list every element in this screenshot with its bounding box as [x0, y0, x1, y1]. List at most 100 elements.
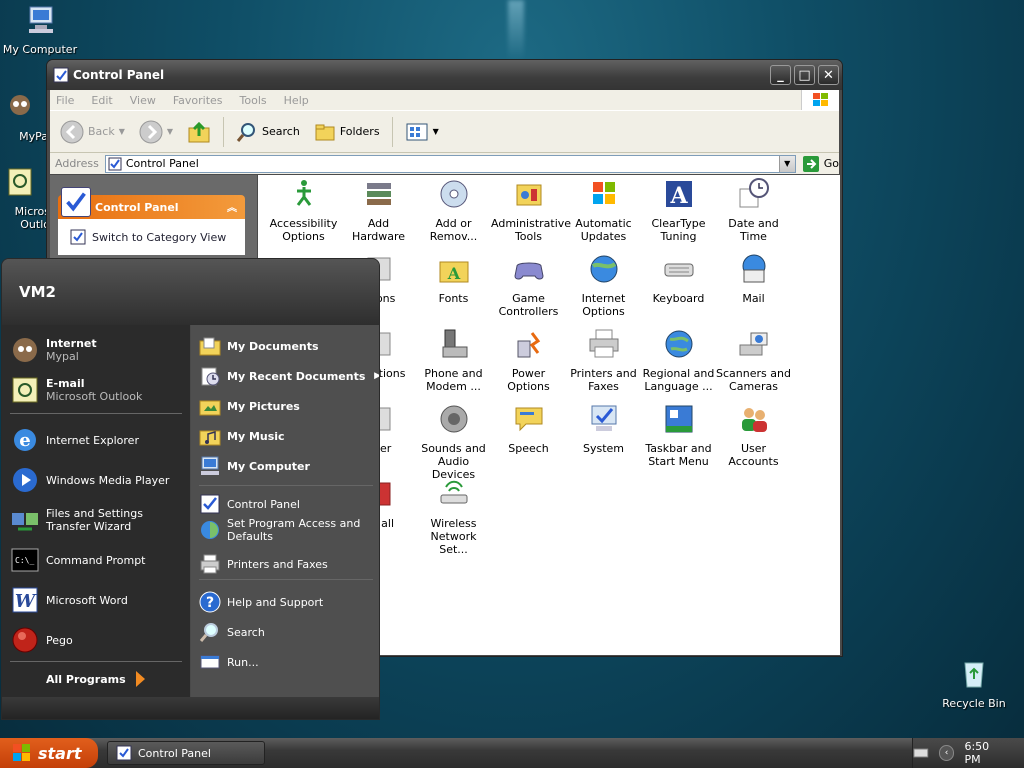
folders-icon [315, 124, 335, 140]
recent-pego[interactable]: Pego [10, 625, 73, 655]
minimize-button[interactable]: _ [770, 65, 791, 85]
admin-tools-icon [516, 184, 541, 206]
cp-item[interactable]: System [566, 402, 641, 455]
speaker-icon [440, 405, 467, 433]
desktop-icon-recycle-bin[interactable]: Recycle Bin [934, 657, 1014, 710]
menu-set-program-access[interactable]: Set Program Access and Defaults [199, 517, 375, 543]
menu-help[interactable]: Help [284, 94, 309, 107]
cp-item[interactable]: Internet Options [566, 252, 641, 318]
clock[interactable]: 6:50 PM [964, 740, 1008, 766]
cp-item[interactable]: Phone and Modem ... [416, 327, 491, 393]
tray-expand-icon[interactable]: ‹ [938, 745, 955, 761]
folders-button[interactable]: Folders [310, 119, 384, 145]
up-button[interactable] [183, 118, 215, 146]
cp-item[interactable]: Automatic Updates [566, 177, 641, 243]
menu-my-recent-documents[interactable]: My Recent Documents ▶ [199, 365, 379, 387]
switch-category-view-link[interactable]: Switch to Category View [92, 231, 226, 244]
forward-button[interactable]: ▼ [135, 118, 177, 146]
cp-item[interactable]: A ClearType Tuning [641, 177, 716, 243]
back-label: Back [88, 125, 115, 138]
desktop-icon-outlook[interactable]: Micros Outlo [0, 165, 50, 231]
cp-item[interactable]: A Fonts [416, 252, 491, 305]
cp-item[interactable]: User Accounts [716, 402, 791, 468]
menu-help-and-support[interactable]: ? Help and Support [199, 591, 323, 613]
menu-label: My Recent Documents [227, 369, 366, 383]
menu-my-computer[interactable]: My Computer [199, 455, 310, 477]
recent-microsoft-word[interactable]: W Microsoft Word [10, 585, 128, 615]
cp-item[interactable]: Accessibility Options [266, 177, 341, 243]
close-button[interactable]: ✕ [818, 65, 839, 85]
recent-internet-explorer[interactable]: e Internet Explorer [10, 425, 139, 455]
cp-item[interactable]: Date and Time [716, 177, 791, 243]
cp-item[interactable]: Wireless Network Set... [416, 477, 491, 556]
cp-item[interactable]: Regional and Language ... [641, 327, 716, 393]
system-tray: ‹ 6:50 PM [912, 738, 1024, 768]
back-button[interactable]: Back ▼ [56, 118, 129, 146]
maximize-button[interactable]: □ [794, 65, 815, 85]
system-icon [591, 405, 616, 431]
keyboard-icon [664, 263, 693, 277]
go-button[interactable]: Go [802, 155, 839, 173]
forward-dropdown-icon[interactable]: ▼ [167, 127, 173, 136]
cp-item-label: Add Hardware [351, 217, 406, 243]
menu-label: Set Program Access and Defaults [227, 517, 361, 543]
keyboard-tray-icon[interactable] [913, 747, 929, 759]
pinned-email[interactable]: E-mail Microsoft Outlook [10, 375, 142, 405]
svg-text:e: e [19, 430, 30, 451]
cp-item[interactable]: Administrative Tools [491, 177, 572, 243]
toolbar-separator [223, 116, 225, 147]
menu-edit[interactable]: Edit [91, 94, 112, 107]
folder-pictures-icon [199, 400, 221, 416]
start-label: start [38, 743, 82, 763]
views-button[interactable]: ▼ [401, 119, 443, 145]
menu-favorites[interactable]: Favorites [173, 94, 223, 107]
menu-control-panel[interactable]: Control Panel [199, 493, 300, 515]
address-dropdown-icon[interactable]: ▼ [778, 155, 795, 172]
menu-view[interactable]: View [130, 94, 156, 107]
updates-icon [592, 182, 615, 204]
control-panel-icon [53, 67, 69, 83]
search-label: Search [262, 125, 300, 138]
menu-file[interactable]: File [56, 94, 74, 107]
recent-command-prompt[interactable]: C:\_ Command Prompt [10, 545, 146, 575]
cp-item[interactable]: Speech [491, 402, 566, 455]
cp-item[interactable]: Game Controllers [491, 252, 566, 318]
category-view-icon [70, 229, 86, 245]
back-arrow-icon [60, 120, 84, 143]
cp-item[interactable]: Scanners and Cameras [716, 327, 791, 393]
cp-item-label: Administrative Tools [491, 217, 572, 243]
computer-icon [29, 6, 53, 33]
menu-my-pictures[interactable]: My Pictures [199, 395, 300, 417]
desktop-icon-mypal[interactable]: MyPa [0, 90, 50, 143]
cp-item[interactable]: Add Hardware [341, 177, 416, 243]
cp-item[interactable]: Power Options [491, 327, 566, 393]
back-dropdown-icon[interactable]: ▼ [119, 127, 125, 136]
cp-item[interactable]: Mail [716, 252, 791, 305]
cp-item[interactable]: Printers and Faxes [566, 327, 641, 393]
submenu-arrow-icon: ▶ [374, 371, 379, 381]
menu-printers-and-faxes[interactable]: Printers and Faxes [199, 553, 328, 575]
cp-item[interactable]: Keyboard [641, 252, 716, 305]
recent-files-transfer-wizard[interactable]: Files and Settings Transfer Wizard [10, 505, 185, 535]
cp-item-label: Fonts [438, 292, 469, 305]
all-programs-button[interactable]: All Programs [46, 671, 145, 687]
taskbar-button-control-panel[interactable]: Control Panel [107, 741, 265, 765]
pinned-internet[interactable]: Internet Mypal [10, 335, 97, 365]
search-button[interactable]: Search [232, 119, 304, 145]
cp-item[interactable]: Taskbar and Start Menu [641, 402, 716, 468]
menu-run[interactable]: Run... [199, 651, 259, 673]
start-button[interactable]: start [0, 738, 98, 768]
menu-search[interactable]: Search [199, 621, 265, 643]
recent-windows-media-player[interactable]: Windows Media Player [10, 465, 169, 495]
cp-item[interactable]: Add or Remov... [416, 177, 491, 243]
cp-item[interactable]: Sounds and Audio Devices [416, 402, 491, 481]
menu-label: My Documents [227, 339, 319, 353]
cp-item-label: Automatic Updates [575, 217, 632, 243]
collapse-chevron-icon[interactable]: ︽ [227, 199, 237, 214]
title-bar[interactable]: Control Panel _ □ ✕ [47, 60, 842, 90]
menu-my-music[interactable]: My Music [199, 425, 285, 447]
desktop-icon-my-computer[interactable]: My Computer [0, 3, 80, 56]
address-input[interactable]: Control Panel ▼ [104, 154, 796, 173]
menu-tools[interactable]: Tools [240, 94, 267, 107]
menu-my-documents[interactable]: My Documents [199, 335, 319, 357]
